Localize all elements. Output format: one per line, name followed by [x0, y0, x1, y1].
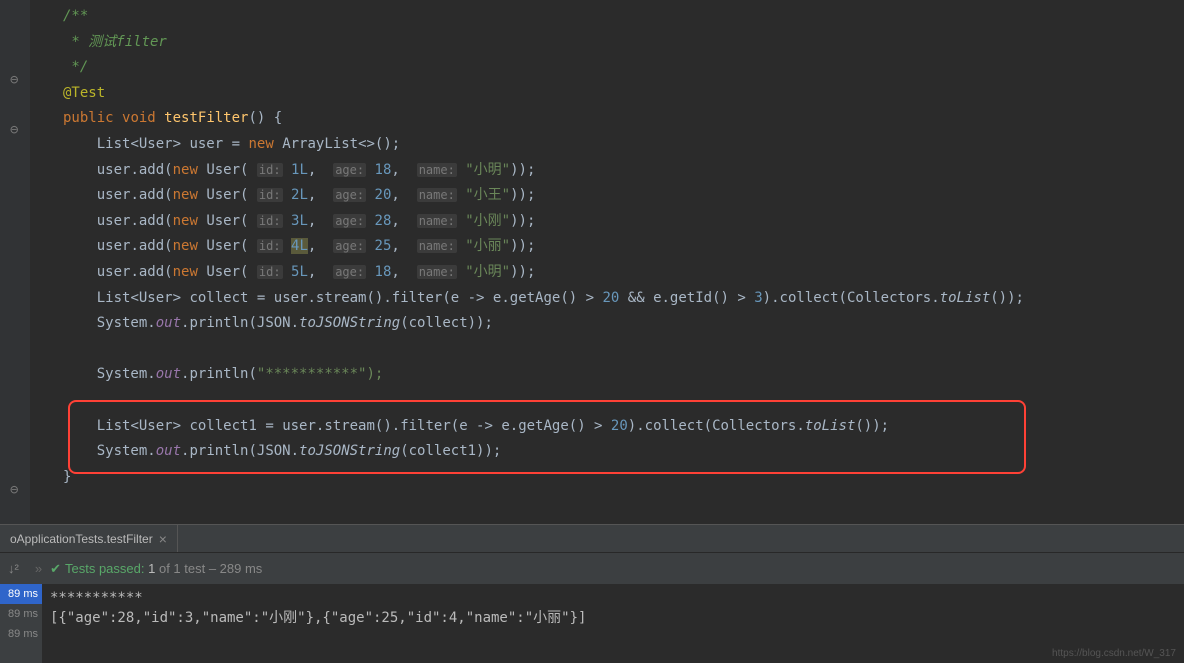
javadoc-body: * 测试filter [63, 34, 167, 50]
test-status-bar: ↓² » ✔ Tests passed: 1 of 1 test – 289 m… [0, 552, 1184, 584]
output-line: *********** [50, 588, 1176, 608]
run-tab-bar: oApplicationTests.testFilter × [0, 524, 1184, 552]
result-time[interactable]: 89 ms [0, 624, 42, 644]
watermark: https://blog.csdn.net/W_317 [1052, 648, 1176, 659]
separator: » [35, 561, 42, 576]
close-icon[interactable]: × [159, 531, 167, 547]
test-annotation: @Test [63, 85, 105, 101]
status-text: Tests passed: 1 of 1 test – 289 ms [65, 561, 262, 576]
kw-void: void [122, 110, 156, 126]
result-time[interactable]: 89 ms [0, 604, 42, 624]
param-hint-age: age: [333, 163, 366, 177]
toggle-icon[interactable]: ↓² [8, 561, 19, 576]
fold-icon[interactable]: ⊖ [10, 72, 22, 84]
javadoc-open: /** [63, 8, 88, 24]
param-hint-name: name: [417, 163, 457, 177]
results-tree[interactable]: 89 ms 89 ms 89 ms [0, 584, 42, 663]
console-output[interactable]: *********** [{"age":28,"id":3,"name":"小刚… [42, 584, 1184, 663]
result-time[interactable]: 89 ms [0, 584, 42, 604]
param-hint-id: id: [257, 163, 283, 177]
output-line: [{"age":28,"id":3,"name":"小刚"},{"age":25… [50, 608, 1176, 628]
test-results: 89 ms 89 ms 89 ms *********** [{"age":28… [0, 584, 1184, 663]
tab-label: oApplicationTests.testFilter [10, 532, 153, 546]
fold-icon[interactable]: ⊖ [10, 122, 22, 134]
javadoc-close: */ [63, 59, 88, 75]
kw-public: public [63, 110, 114, 126]
code-content: /** * 测试filter */ @Test public void test… [0, 0, 1184, 490]
method-name: testFilter [164, 110, 248, 126]
check-icon: ✔ [50, 561, 61, 577]
editor-gutter: ⊖ ⊖ ⊖ [0, 0, 30, 524]
selected-text: 4L [291, 238, 308, 254]
fold-icon[interactable]: ⊖ [10, 482, 22, 494]
run-tab[interactable]: oApplicationTests.testFilter × [0, 525, 178, 552]
code-editor[interactable]: ⊖ ⊖ ⊖ /** * 测试filter */ @Test public voi… [0, 0, 1184, 524]
